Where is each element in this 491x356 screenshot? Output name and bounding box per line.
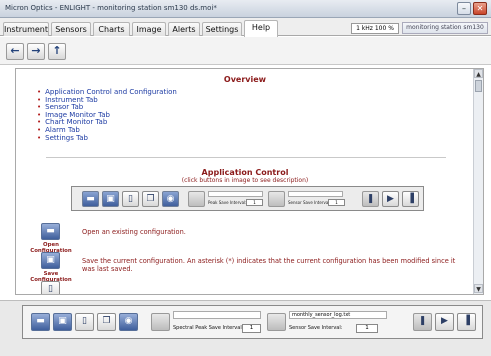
spectral-interval-input[interactable]: 1 (246, 199, 263, 206)
arrow-left-icon: ← (10, 44, 20, 57)
tab-help[interactable]: Help (244, 20, 278, 37)
save-disk-icon[interactable]: ▣ (102, 191, 119, 207)
rate-zoom-indicator: 1 kHz 100 % (351, 23, 399, 34)
chart-icon[interactable]: ▐ (457, 313, 476, 331)
app-control-subtitle: (click buttons in image to see descripti… (181, 177, 309, 184)
camera-icon[interactable]: ◉ (119, 313, 138, 331)
save-disk-icon[interactable]: ▣ (41, 252, 60, 269)
overview-heading: Overview (223, 75, 267, 84)
spectral-interval-input[interactable]: 1 (242, 324, 261, 333)
spectral-save-icon[interactable] (151, 313, 170, 331)
new-document-icon[interactable]: ▯ (75, 313, 94, 331)
sensor-file-field[interactable] (288, 191, 343, 197)
tab-charts[interactable]: Charts (93, 22, 130, 36)
table-of-contents: • Application Control and Configuration •… (37, 88, 177, 143)
tab-instrument[interactable]: Instrument (3, 22, 49, 36)
toc-link[interactable]: • Settings Tab (37, 134, 177, 143)
arrow-up-icon: ↑ (52, 44, 62, 57)
tab-sensors[interactable]: Sensors (51, 22, 91, 36)
help-item-description: Save the current configuration. An aster… (82, 257, 456, 273)
close-button[interactable]: ✕ (473, 2, 487, 15)
spectral-file-field[interactable] (173, 311, 261, 319)
sensor-log-file-field[interactable]: monthly_sensor_log.txt (289, 311, 387, 319)
sensor-save-icon[interactable] (268, 191, 285, 207)
stop-icon[interactable]: ❚ (413, 313, 432, 331)
save-disk-icon[interactable]: ▣ (53, 313, 72, 331)
scroll-up-arrow[interactable]: ▲ (474, 69, 483, 78)
sensor-interval-input[interactable]: 1 (356, 324, 378, 333)
forward-button[interactable]: → (27, 43, 45, 60)
export-icon[interactable]: ▶ (435, 313, 454, 331)
stop-icon[interactable]: ❚ (362, 191, 379, 207)
spectral-interval-label: Spectral Peak Save Interval: (173, 325, 244, 331)
scroll-thumb[interactable] (475, 80, 482, 92)
tab-image[interactable]: Image (132, 22, 166, 36)
folder-open-icon[interactable]: ▬ (31, 313, 50, 331)
window-title: Micron Optics - ENLIGHT - monitoring sta… (5, 4, 217, 12)
folder-open-icon[interactable]: ▬ (82, 191, 99, 207)
export-icon[interactable]: ▶ (382, 191, 399, 207)
new-document-icon[interactable]: ▯ (122, 191, 139, 207)
sensor-interval-label: Sensor Save Interval: (288, 200, 331, 205)
spectral-save-icon[interactable] (188, 191, 205, 207)
app-control-heading: Application Control (201, 168, 289, 177)
application-toolbar: ▬ ▣ ▯ ❐ ◉ Spectral Peak Save Interval: 1… (0, 300, 491, 356)
sensor-interval-input[interactable]: 1 (328, 199, 345, 206)
spectral-interval-label: Peak Save Interval: (208, 200, 247, 205)
sensor-interval-label: Sensor Save Interval: (289, 325, 343, 331)
chart-icon[interactable]: ▐ (402, 191, 419, 207)
copy-document-icon[interactable]: ❐ (142, 191, 159, 207)
help-item-description: Open an existing configuration. (82, 228, 186, 236)
toolbar-frame: ▬ ▣ ▯ ❐ ◉ Spectral Peak Save Interval: 1… (22, 305, 483, 339)
sensor-save-icon[interactable] (267, 313, 286, 331)
folder-open-icon[interactable]: ▬ (41, 223, 60, 240)
tab-settings[interactable]: Settings (202, 22, 242, 36)
tab-bar: Instrument Sensors Charts Image Alerts S… (0, 18, 491, 37)
arrow-right-icon: → (31, 44, 41, 57)
spectral-file-field[interactable] (208, 191, 263, 197)
app-control-toolbar-image: ▬ ▣ ▯ ❐ ◉ Peak Save Interval: 1 Sensor S… (71, 186, 424, 211)
window-titlebar: Micron Optics - ENLIGHT - monitoring sta… (0, 0, 491, 18)
station-name-field[interactable]: monitoring station sm130 (402, 22, 488, 34)
scroll-down-arrow[interactable]: ▼ (474, 284, 483, 293)
new-document-icon[interactable]: ▯ (41, 281, 60, 294)
camera-icon[interactable]: ◉ (162, 191, 179, 207)
copy-document-icon[interactable]: ❐ (97, 313, 116, 331)
content-scrollbar[interactable]: ▲ ▼ (473, 69, 483, 294)
tab-alerts[interactable]: Alerts (168, 22, 200, 36)
help-content-pane[interactable]: Overview • Application Control and Config… (15, 68, 484, 295)
up-button[interactable]: ↑ (48, 43, 66, 60)
help-navigation-bar: ← → ↑ (0, 37, 491, 65)
minimize-button[interactable]: – (457, 2, 471, 15)
back-button[interactable]: ← (6, 43, 24, 60)
section-divider (46, 157, 446, 158)
